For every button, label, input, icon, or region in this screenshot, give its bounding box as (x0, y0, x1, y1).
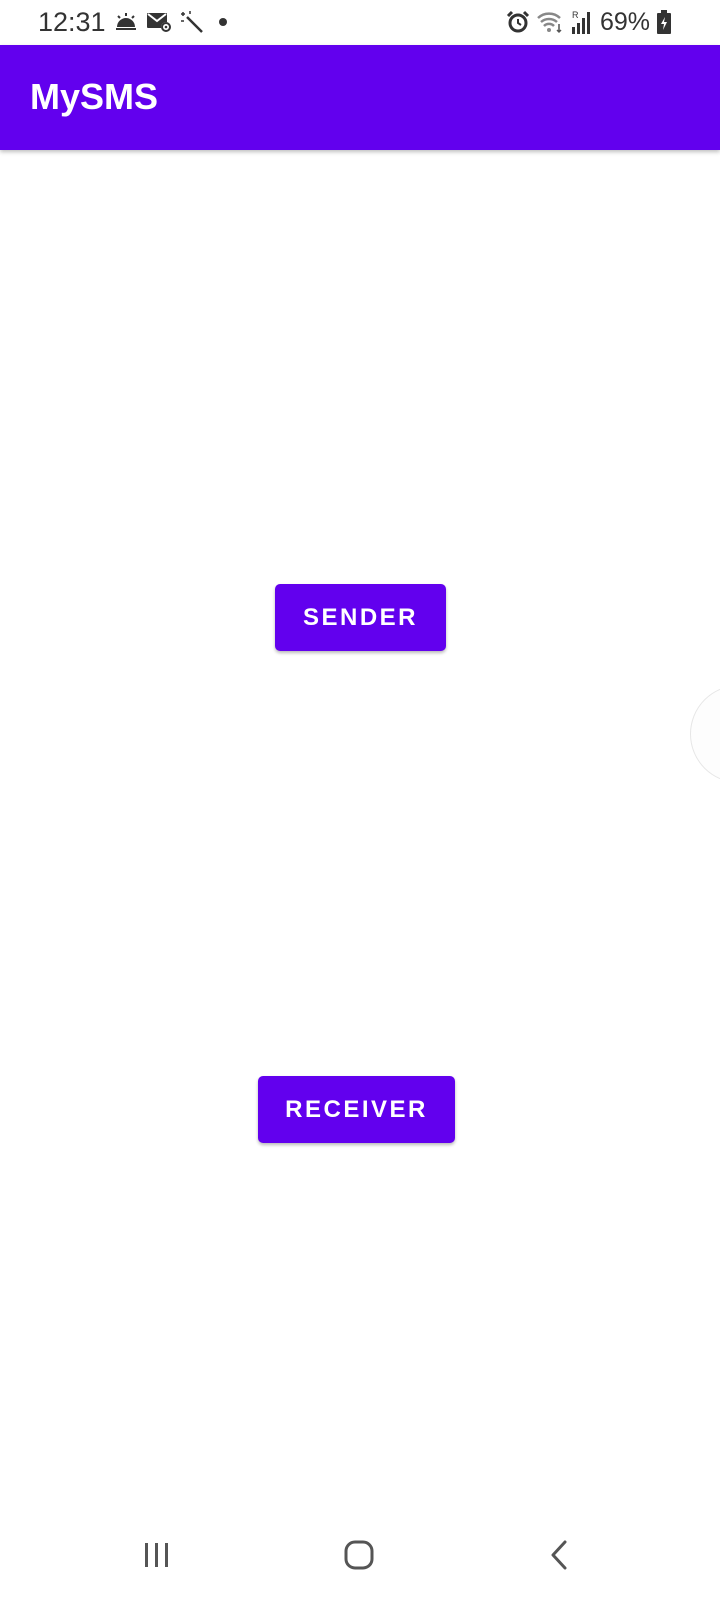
battery-percent: 69% (599, 8, 650, 36)
edge-panel-handle[interactable] (690, 685, 720, 783)
nav-bar (0, 1510, 720, 1600)
sms-settings-icon (146, 11, 172, 33)
back-button[interactable] (530, 1530, 590, 1580)
weather-icon (114, 12, 138, 32)
recent-apps-icon (142, 1541, 172, 1569)
magic-wand-icon (180, 10, 204, 34)
app-bar: MySMS (0, 45, 720, 150)
signal-icon: R (570, 9, 594, 35)
status-left-icons (114, 8, 228, 36)
dot-icon (218, 17, 228, 27)
status-bar: 12:31 R 69% (0, 0, 720, 45)
wifi-icon (536, 10, 564, 34)
home-icon (343, 1539, 375, 1571)
app-title: MySMS (30, 76, 159, 117)
status-time: 12:31 (38, 7, 106, 37)
svg-text:R: R (572, 10, 579, 20)
home-button[interactable] (329, 1530, 389, 1580)
receiver-button[interactable]: RECEIVER (258, 1076, 455, 1143)
recent-apps-button[interactable] (127, 1530, 187, 1580)
status-right-icons: R 69% (506, 7, 672, 37)
back-icon (548, 1539, 572, 1571)
battery-charging-icon (656, 9, 672, 35)
alarm-icon (506, 10, 530, 34)
sender-button[interactable]: SENDER (275, 584, 446, 651)
screen: 12:31 R 69% MySMS SENDER RECEIVER (0, 0, 720, 1600)
